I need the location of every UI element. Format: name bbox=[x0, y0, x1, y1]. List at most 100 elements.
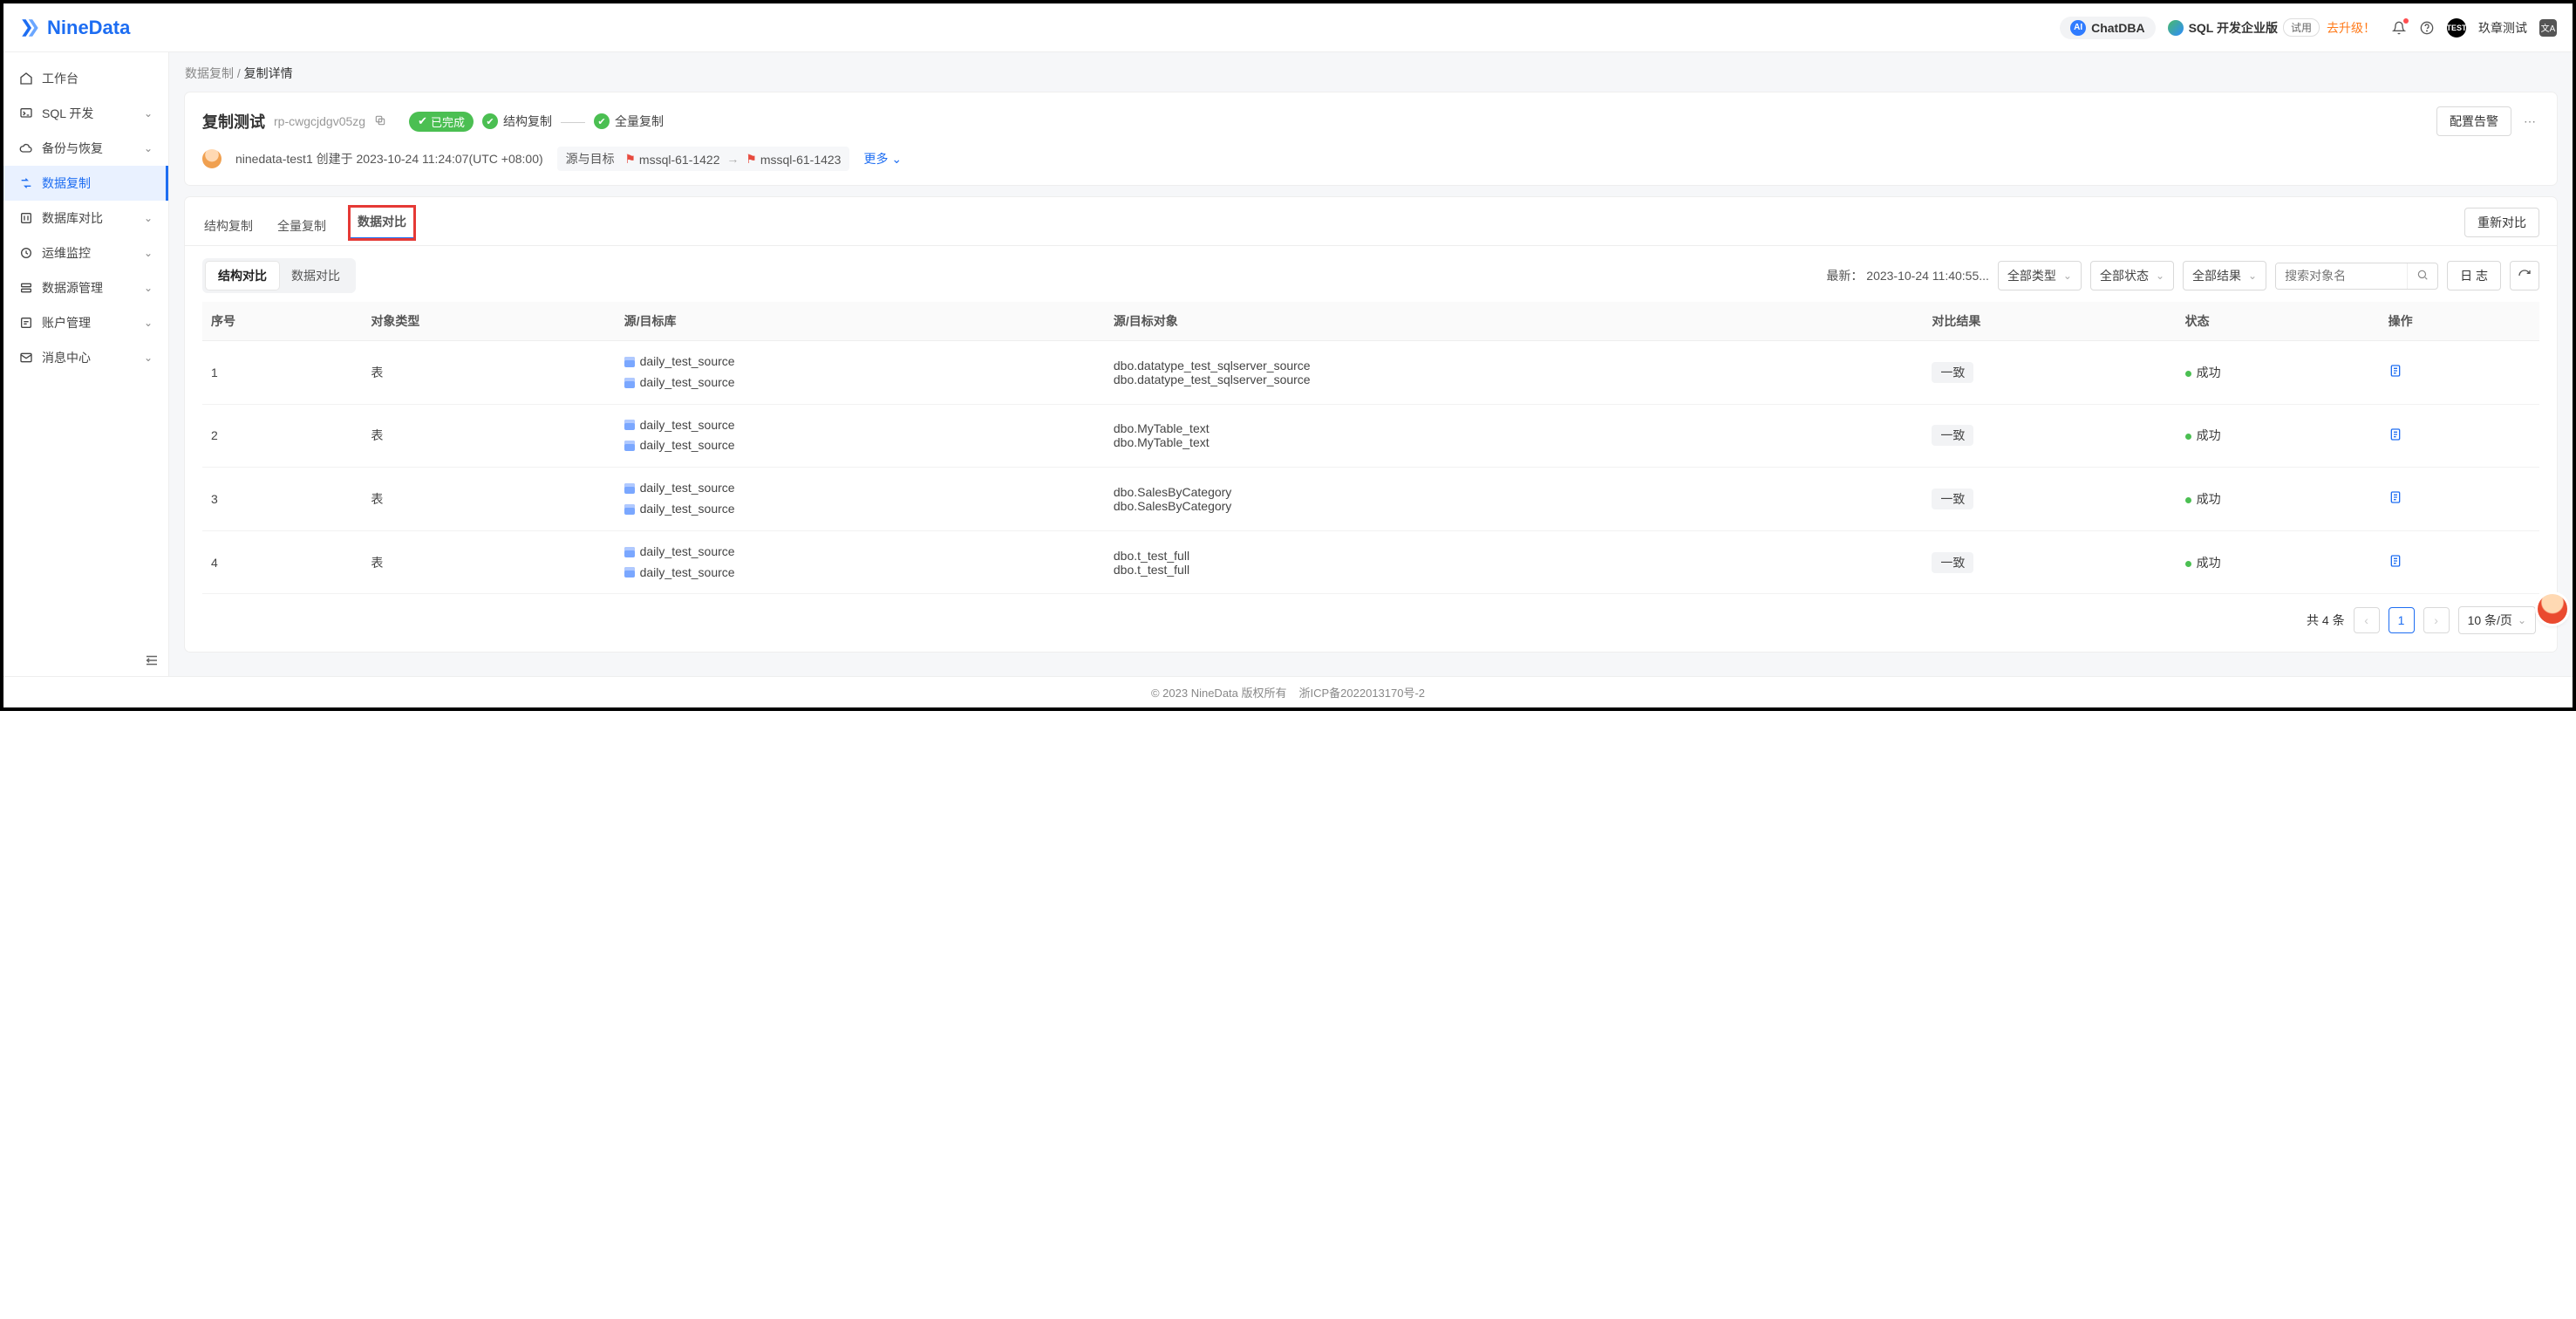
more-icon[interactable]: ⋯ bbox=[2520, 114, 2539, 129]
cell-srcdst-db: daily_test_source daily_test_source bbox=[616, 341, 1105, 405]
sidebar-item-label: SQL 开发 bbox=[42, 105, 93, 122]
filter-type-select[interactable]: 全部类型⌄ bbox=[1998, 261, 2082, 290]
help-icon[interactable] bbox=[2419, 20, 2435, 36]
sidebar-item-label: 数据库对比 bbox=[42, 209, 103, 227]
cell-ops bbox=[2380, 468, 2539, 531]
cell-status: 成功 bbox=[2177, 530, 2380, 594]
chevron-down-icon: ⌄ bbox=[144, 247, 153, 259]
chatdba-button[interactable]: AI ChatDBA bbox=[2060, 17, 2155, 39]
latest-time: 2023-10-24 11:40:55... bbox=[1866, 269, 1989, 283]
cell-objtype: 表 bbox=[362, 341, 615, 405]
account-icon bbox=[19, 316, 33, 330]
pager-page-1[interactable]: 1 bbox=[2389, 607, 2415, 633]
cell-objtype: 表 bbox=[362, 468, 615, 531]
cell-index: 2 bbox=[202, 404, 362, 468]
sidebar-item-messages[interactable]: 消息中心 ⌄ bbox=[3, 340, 168, 375]
sidebar-item-account[interactable]: 账户管理 ⌄ bbox=[3, 305, 168, 340]
sidebar-item-label: 数据复制 bbox=[42, 174, 91, 192]
header-card: 复制测试 rp-cwgcjdgv05zg ✔已完成 ✔结构复制 —— ✔全量复制… bbox=[185, 92, 2557, 185]
detail-icon[interactable] bbox=[2389, 430, 2402, 444]
username-label[interactable]: 玖章测试 bbox=[2478, 19, 2527, 37]
col-srcdst-db: 源/目标库 bbox=[616, 302, 1105, 341]
log-button[interactable]: 日 志 bbox=[2447, 261, 2501, 290]
sidebar-collapse-icon[interactable] bbox=[144, 653, 160, 671]
sidebar-item-ops-monitor[interactable]: 运维监控 ⌄ bbox=[3, 236, 168, 270]
target-db[interactable]: ⚑mssql-61-1423 bbox=[746, 152, 841, 167]
refresh-icon[interactable] bbox=[2510, 261, 2539, 290]
chevron-down-icon: ⌄ bbox=[144, 142, 153, 154]
source-name: mssql-61-1422 bbox=[639, 153, 720, 167]
sidebar-item-label: 消息中心 bbox=[42, 349, 91, 366]
support-avatar[interactable] bbox=[2538, 594, 2567, 624]
recompare-button[interactable]: 重新对比 bbox=[2464, 208, 2539, 237]
detail-icon[interactable] bbox=[2389, 366, 2402, 380]
subtab-structure-compare[interactable]: 结构对比 bbox=[206, 262, 279, 290]
datasource-icon bbox=[19, 281, 33, 295]
cell-result: 一致 bbox=[1923, 530, 2176, 594]
pager-size-select[interactable]: 10 条/页⌄ bbox=[2458, 606, 2536, 634]
brand-logo[interactable]: NineData bbox=[19, 17, 130, 39]
cell-status: 成功 bbox=[2177, 468, 2380, 531]
avatar bbox=[202, 149, 221, 168]
sidebar-item-workspace[interactable]: 工作台 bbox=[3, 61, 168, 96]
sidebar-item-backup[interactable]: 备份与恢复 ⌄ bbox=[3, 131, 168, 166]
search-input[interactable] bbox=[2276, 263, 2407, 289]
notification-icon[interactable] bbox=[2391, 20, 2407, 36]
cell-index: 3 bbox=[202, 468, 362, 531]
detail-icon[interactable] bbox=[2389, 557, 2402, 571]
flag-icon: ⚑ bbox=[746, 152, 757, 167]
chevron-down-icon: ⌄ bbox=[2248, 270, 2257, 282]
test-badge: TEST bbox=[2447, 18, 2466, 38]
filter-status-select[interactable]: 全部状态⌄ bbox=[2090, 261, 2174, 290]
home-icon bbox=[19, 72, 33, 85]
cell-srcdst-db: daily_test_source daily_test_source bbox=[616, 530, 1105, 594]
chevron-down-icon: ⌄ bbox=[144, 212, 153, 224]
tab-data-compare[interactable]: 数据对比 bbox=[349, 206, 415, 240]
detail-icon[interactable] bbox=[2389, 493, 2402, 507]
cell-srcdst-obj: dbo.MyTable_textdbo.MyTable_text bbox=[1105, 404, 1923, 468]
target-name: mssql-61-1423 bbox=[760, 153, 842, 167]
sidebar-item-data-replication[interactable]: 数据复制 bbox=[3, 166, 168, 201]
search-icon[interactable] bbox=[2407, 263, 2437, 289]
copy-icon[interactable] bbox=[374, 114, 386, 129]
filter-result-select[interactable]: 全部结果⌄ bbox=[2183, 261, 2266, 290]
content-card: 结构复制 全量复制 数据对比 重新对比 结构对比 数据对比 最新： 2023-1… bbox=[185, 197, 2557, 652]
breadcrumb-parent[interactable]: 数据复制 bbox=[185, 66, 234, 80]
pager-prev[interactable]: ‹ bbox=[2354, 607, 2380, 633]
tab-full[interactable]: 全量复制 bbox=[276, 207, 328, 245]
cell-result: 一致 bbox=[1923, 404, 2176, 468]
tabs: 结构复制 全量复制 数据对比 重新对比 bbox=[185, 206, 2557, 246]
tab-structure[interactable]: 结构复制 bbox=[202, 207, 255, 245]
pager-next[interactable]: › bbox=[2423, 607, 2450, 633]
chatdba-label: ChatDBA bbox=[2091, 21, 2144, 35]
subtab-data-compare[interactable]: 数据对比 bbox=[279, 262, 352, 290]
search-wrap bbox=[2275, 263, 2438, 290]
sidebar-item-label: 工作台 bbox=[42, 70, 78, 87]
database-icon bbox=[624, 483, 635, 494]
step-full: ✔全量复制 bbox=[594, 113, 664, 130]
sidebar-item-datasource[interactable]: 数据源管理 ⌄ bbox=[3, 270, 168, 305]
terminal-icon bbox=[19, 106, 33, 120]
language-icon[interactable]: 文A bbox=[2539, 19, 2557, 37]
status-badge: ✔已完成 bbox=[409, 112, 474, 132]
cell-index: 1 bbox=[202, 341, 362, 405]
pager-size-label: 10 条/页 bbox=[2468, 612, 2512, 629]
col-result: 对比结果 bbox=[1923, 302, 2176, 341]
source-target-label: 源与目标 bbox=[566, 152, 615, 166]
product-label: SQL 开发企业版 bbox=[2189, 19, 2278, 37]
source-db[interactable]: ⚑mssql-61-1422 bbox=[624, 152, 719, 167]
replication-icon bbox=[19, 176, 33, 190]
sidebar-item-db-compare[interactable]: 数据库对比 ⌄ bbox=[3, 201, 168, 236]
step-label: 全量复制 bbox=[615, 113, 664, 130]
config-alert-button[interactable]: 配置告警 bbox=[2436, 106, 2511, 136]
more-link[interactable]: 更多 ⌄ bbox=[863, 150, 902, 167]
notification-dot bbox=[2403, 18, 2409, 24]
cell-ops bbox=[2380, 341, 2539, 405]
status-text: 已完成 bbox=[431, 113, 465, 130]
step-label: 结构复制 bbox=[503, 113, 552, 130]
upgrade-link[interactable]: 去升级！ bbox=[2327, 19, 2375, 37]
compare-icon bbox=[19, 211, 33, 225]
sidebar-item-sql-dev[interactable]: SQL 开发 ⌄ bbox=[3, 96, 168, 131]
sidebar-item-label: 数据源管理 bbox=[42, 279, 103, 297]
subtabs: 结构对比 数据对比 bbox=[202, 258, 356, 293]
